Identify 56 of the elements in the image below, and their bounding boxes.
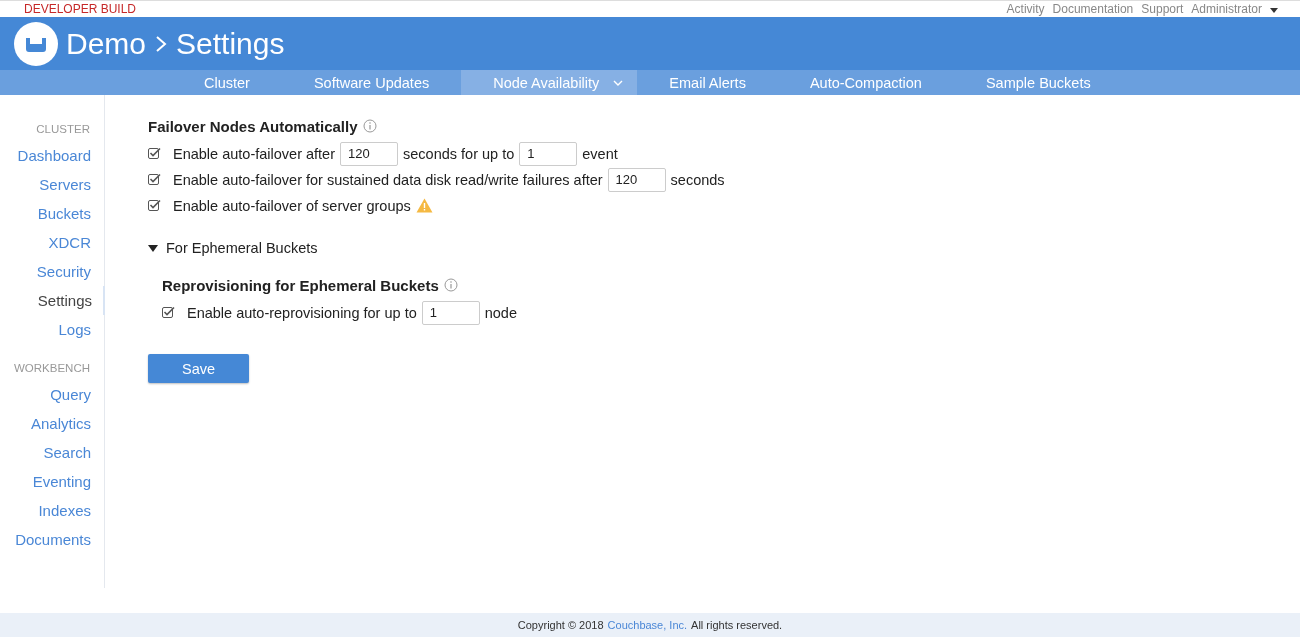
sidebar-item[interactable]: Analytics	[30, 409, 104, 438]
sidebar-item[interactable]: Servers	[39, 170, 104, 199]
checkbox[interactable]	[148, 199, 161, 212]
sidebar-item[interactable]: Query	[50, 380, 104, 409]
nav-tab[interactable]: Node Availability	[461, 70, 638, 95]
sidebar-item[interactable]: Dashboard	[17, 141, 104, 170]
input-field[interactable]: 1	[421, 300, 480, 325]
chevron-icon	[154, 33, 169, 54]
option-label: event	[582, 145, 618, 162]
checkbox[interactable]	[148, 147, 161, 160]
nav-tab[interactable]: Email Alerts	[637, 70, 778, 95]
warning-icon	[415, 198, 433, 213]
option-label: seconds for up to	[403, 145, 515, 162]
triangle-icon	[148, 244, 158, 252]
nav-tab[interactable]: Software Updates	[281, 70, 462, 95]
input-field[interactable]: 1	[519, 141, 578, 166]
sidebar-item[interactable]: Security	[36, 257, 104, 286]
expander[interactable]: For Ephemeral Buckets	[148, 238, 318, 258]
option-label: Enable auto-reprovisioning for up to	[187, 304, 417, 321]
user-menu[interactable]: Administrator	[1191, 2, 1278, 16]
nav-tab[interactable]: Cluster	[172, 70, 282, 95]
option-label: Enable auto-failover of server groups	[173, 197, 411, 214]
section-title: Reprovisioning for Ephemeral Buckets	[162, 276, 439, 294]
sidebar-item[interactable]: Documents	[15, 525, 104, 554]
checkbox[interactable]	[148, 173, 161, 186]
sidebar-item[interactable]: Eventing	[32, 467, 104, 496]
section-title: Failover Nodes Automatically	[148, 117, 358, 135]
breadcrumb-item: Settings	[176, 26, 285, 61]
caret-icon[interactable]	[1270, 8, 1278, 13]
copyright-text: Copyright © 2018	[517, 619, 604, 631]
sidebar-item[interactable]: Settings	[37, 286, 105, 315]
copyright-text: All rights reserved.	[691, 619, 783, 631]
top-link[interactable]: Activity	[1006, 2, 1045, 16]
logo-icon[interactable]	[14, 21, 58, 66]
input-field[interactable]: 120	[607, 167, 666, 192]
option-label: seconds	[670, 171, 725, 188]
top-link[interactable]: Documentation	[1052, 2, 1134, 16]
breadcrumb-item[interactable]: Demo	[66, 26, 147, 61]
option-label: Enable auto-failover after	[173, 145, 335, 162]
sidebar-item[interactable]: Search	[43, 438, 104, 467]
nav-tab[interactable]: Sample Buckets	[953, 70, 1123, 95]
top-link[interactable]: Support	[1141, 2, 1184, 16]
sidebar-item[interactable]: Indexes	[38, 496, 104, 525]
sidebar-heading: WORKBENCH	[13, 362, 90, 376]
nav-tab[interactable]: Auto-Compaction	[777, 70, 954, 95]
sidebar-item[interactable]: XDCR	[48, 228, 104, 257]
option-label: node	[484, 304, 517, 321]
save-button[interactable]: Save	[148, 354, 249, 383]
checkbox[interactable]	[162, 306, 175, 319]
input-field[interactable]: 120	[340, 141, 398, 166]
sidebar-heading: CLUSTER	[36, 123, 90, 137]
company-link[interactable]: Couchbase, Inc.	[607, 619, 688, 631]
sidebar-item[interactable]: Logs	[58, 315, 104, 344]
sidebar-item[interactable]: Buckets	[37, 199, 104, 228]
option-label: Enable auto-failover for sustained data disk read/write failures after	[173, 171, 603, 188]
build-label: DEVELOPER BUILD	[24, 2, 137, 16]
